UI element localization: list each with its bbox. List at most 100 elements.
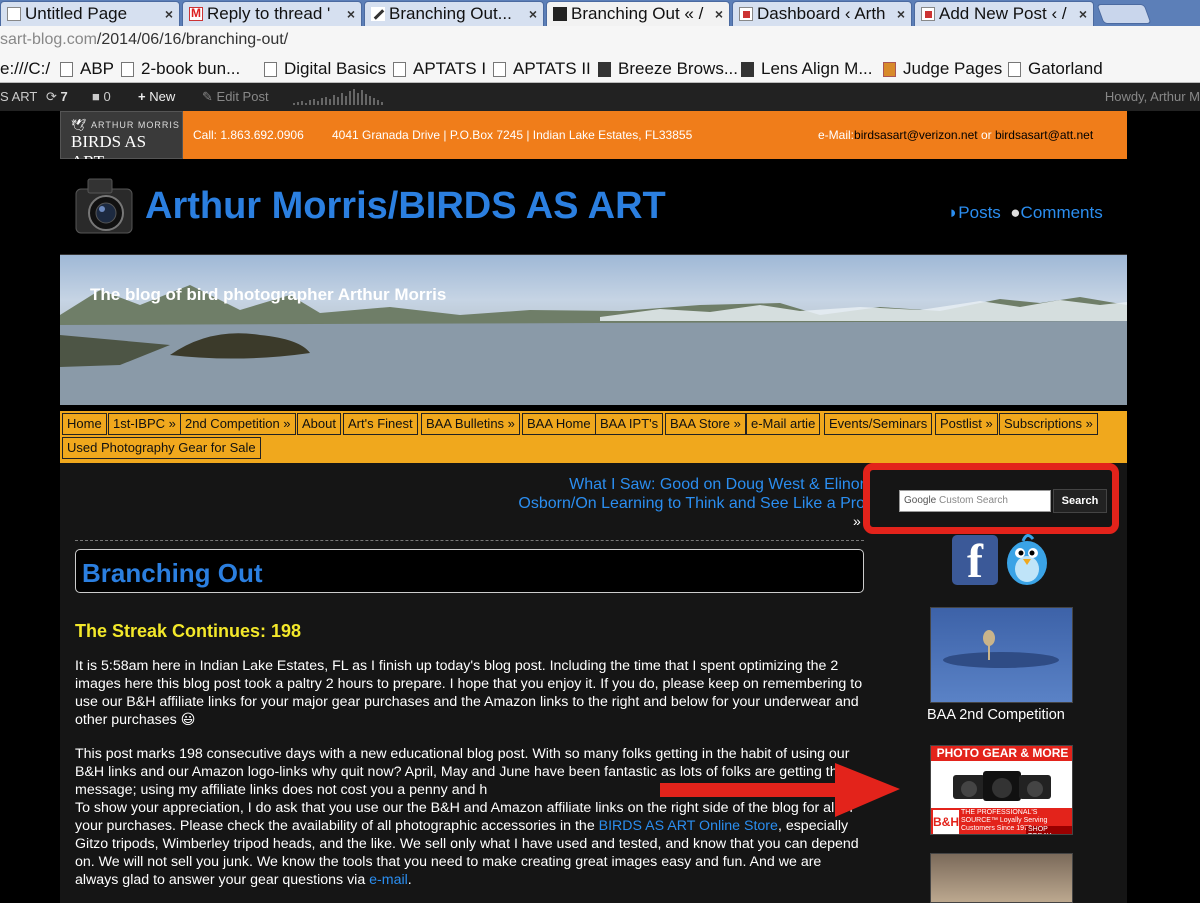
- address-bar[interactable]: sart-blog.com/2014/06/16/branching-out/: [0, 26, 1200, 56]
- bookmark-label: Digital Basics: [284, 59, 387, 78]
- tab-title: Branching Out « /: [571, 4, 704, 23]
- nav-baa-ipts[interactable]: BAA IPT's: [595, 413, 664, 435]
- facebook-icon[interactable]: f: [952, 535, 998, 588]
- twitter-bird-icon[interactable]: [1003, 529, 1051, 589]
- nav-subscriptions[interactable]: Subscriptions »: [999, 413, 1098, 435]
- post-title[interactable]: Branching Out: [82, 558, 263, 589]
- comments-item[interactable]: ■ 0: [92, 89, 111, 104]
- bh-photo-ad[interactable]: PHOTO GEAR & MORE B&H THE PROFESSIONAL'S…: [930, 745, 1073, 835]
- nav-postlist[interactable]: Postlist »: [935, 413, 998, 435]
- post-subhead: The Streak Continues: 198: [75, 621, 302, 641]
- bookmark-breeze[interactable]: Breeze Brows...: [598, 59, 738, 79]
- posts-feed-link[interactable]: Posts: [958, 203, 1001, 222]
- baa-logo[interactable]: ARTHUR MORRIS 🕊 BIRDS AS ART: [60, 111, 183, 171]
- nav-used-gear[interactable]: Used Photography Gear for Sale: [62, 437, 261, 459]
- stats-sparkline[interactable]: [292, 87, 384, 107]
- bookmark-digital-basics[interactable]: Digital Basics: [264, 59, 386, 79]
- nav-baa-store[interactable]: BAA Store »: [665, 413, 746, 435]
- shop-today-button[interactable]: SHOP TODAY: [1026, 826, 1072, 834]
- wordpress-icon: [739, 7, 753, 21]
- baa-2nd-competition-ad[interactable]: [930, 607, 1073, 703]
- bookmark-label: Gatorland: [1028, 59, 1103, 78]
- rss-icon: ◗: [948, 203, 959, 222]
- close-icon[interactable]: ×: [1079, 6, 1087, 22]
- cameras-icon: [953, 771, 1051, 801]
- comments-count: 0: [103, 89, 111, 104]
- updates-item[interactable]: ⟳ 7: [46, 89, 68, 105]
- email-link[interactable]: e-mail: [369, 872, 408, 888]
- page-icon: [393, 62, 406, 77]
- bookmark-lens-align[interactable]: Lens Align M...: [741, 59, 873, 79]
- previous-post-link[interactable]: What I Saw: Good on Doug West & Elinor O…: [518, 475, 865, 513]
- url-text[interactable]: sart-blog.com/2014/06/16/branching-out/: [0, 31, 288, 49]
- new-tab-button[interactable]: [1096, 4, 1152, 24]
- admin-site-name[interactable]: S ART: [0, 89, 37, 104]
- bookmark-local-file[interactable]: e:///C:/: [0, 59, 50, 79]
- workshop-photo-ad[interactable]: [930, 853, 1073, 903]
- howdy-user[interactable]: Howdy, Arthur M: [1105, 89, 1200, 104]
- tab-dashboard[interactable]: Dashboard ‹ Arth ×: [732, 1, 912, 26]
- edit-post-label: Edit Post: [216, 89, 269, 104]
- judge-icon: [883, 62, 896, 77]
- bookmark-label: APTATS II: [513, 59, 591, 78]
- comments-feed-link[interactable]: Comments: [1021, 203, 1103, 222]
- edit-post-item[interactable]: ✎ Edit Post: [202, 89, 269, 105]
- tab-add-new-post[interactable]: Add New Post ‹ / ×: [914, 1, 1094, 26]
- nav-baa-bulletins[interactable]: BAA Bulletins »: [421, 413, 520, 435]
- bookmark-gatorland[interactable]: Gatorland: [1008, 59, 1103, 79]
- tab-gmail-reply[interactable]: Reply to thread ' ×: [182, 1, 362, 26]
- bookmark-2-book[interactable]: 2-book bun...: [121, 59, 240, 79]
- banner-tagline: The blog of bird photographer Arthur Mor…: [90, 285, 447, 304]
- search-button[interactable]: Search: [1053, 489, 1107, 513]
- post-paragraph-1: It is 5:58am here in Indian Lake Estates…: [75, 658, 863, 728]
- competition-caption[interactable]: BAA 2nd Competition: [927, 707, 1065, 723]
- nav-events-seminars[interactable]: Events/Seminars: [824, 413, 933, 435]
- nav-2nd-competition[interactable]: 2nd Competition »: [180, 413, 296, 435]
- bookmark-label: APTATS I: [413, 59, 487, 78]
- close-icon[interactable]: ×: [715, 6, 723, 22]
- nav-1st-ibpc[interactable]: 1st-IBPC »: [108, 413, 181, 435]
- nav-home[interactable]: Home: [62, 413, 107, 435]
- new-item[interactable]: + New: [138, 89, 175, 104]
- site-title[interactable]: Arthur Morris/BIRDS AS ART: [145, 185, 666, 228]
- bookmark-label: ABP: [80, 59, 115, 78]
- email-label: e-Mail:: [818, 128, 855, 142]
- bh-logo: B&H: [933, 810, 959, 834]
- pencil-icon: ✎: [202, 89, 213, 104]
- tab-untitled-page[interactable]: Untitled Page ×: [0, 1, 180, 26]
- post-title-box: Branching Out: [75, 549, 864, 593]
- bookmark-abp[interactable]: ABP: [60, 59, 114, 79]
- email-info: e-Mail:birdsasart@verizon.net or birdsas…: [818, 128, 1093, 142]
- bookmark-judge-pages[interactable]: Judge Pages: [883, 59, 1002, 79]
- search-input[interactable]: Google Custom Search: [899, 490, 1051, 512]
- red-arrow-annotation: [660, 763, 900, 817]
- heron-photo: [943, 630, 1059, 668]
- tab-title: Add New Post ‹ /: [939, 4, 1067, 23]
- phone-number: Call: 1.863.692.0906: [193, 128, 304, 142]
- paragraph-text: .: [407, 872, 412, 888]
- baa-icon: [553, 7, 567, 21]
- close-icon[interactable]: ×: [529, 6, 537, 22]
- tab-title: Reply to thread ': [207, 4, 331, 23]
- bookmark-label: Lens Align M...: [761, 59, 873, 78]
- close-icon[interactable]: ×: [897, 6, 905, 22]
- nav-about[interactable]: About: [297, 413, 341, 435]
- bookmark-aptats-2[interactable]: APTATS II: [493, 59, 591, 79]
- camera-icon: [598, 62, 611, 77]
- tab-branching-out-edit[interactable]: Branching Out... ×: [364, 1, 544, 26]
- email-link-verizon[interactable]: birdsasart@verizon.net: [854, 128, 978, 142]
- camera-icon: [75, 178, 133, 234]
- tab-branching-out-active[interactable]: Branching Out « / ×: [546, 1, 730, 26]
- bookmark-aptats-1[interactable]: APTATS I: [393, 59, 486, 79]
- close-icon[interactable]: ×: [165, 6, 173, 22]
- nav-arts-finest[interactable]: Art's Finest: [343, 413, 418, 435]
- comment-bubble-icon: ■: [92, 89, 100, 104]
- wordpress-icon: [921, 7, 935, 21]
- tab-title: Untitled Page: [25, 4, 128, 23]
- nav-email-artie[interactable]: e-Mail artie: [746, 413, 821, 435]
- nav-baa-home[interactable]: BAA Home: [522, 413, 596, 435]
- email-link-att[interactable]: birdsasart@att.net: [995, 128, 1093, 142]
- close-icon[interactable]: ×: [347, 6, 355, 22]
- contact-topbar: ARTHUR MORRIS 🕊 BIRDS AS ART Call: 1.863…: [60, 111, 1127, 171]
- double-chevron-icon[interactable]: »: [853, 513, 861, 529]
